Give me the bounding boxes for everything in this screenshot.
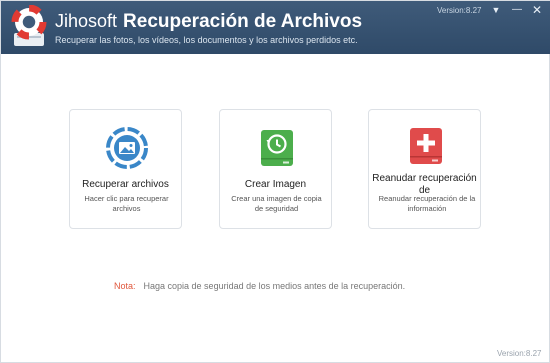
version-label-bottom: Version:8.27 xyxy=(497,349,542,358)
note-label: Nota: xyxy=(114,281,136,291)
app-title: Jihosoft Recuperación de Archivos xyxy=(55,11,362,33)
app-subtitle: Recuperar las fotos, los vídeos, los doc… xyxy=(55,35,358,45)
backup-note: Nota: Haga copia de seguridad de los medi… xyxy=(114,281,405,291)
recover-files-card[interactable]: Recuperar archivos Hacer clic para recup… xyxy=(69,109,182,229)
create-image-description: Crear una imagen de copia de seguridad xyxy=(231,194,322,213)
minimize-button[interactable]: — xyxy=(509,3,525,17)
drive-backup-icon xyxy=(261,130,293,166)
note-text: Haga copia de seguridad de los medios an… xyxy=(143,281,406,291)
create-image-title: Crear Imagen xyxy=(244,179,307,190)
brand-name: Jihosoft xyxy=(55,11,118,31)
app-window: Jihosoft Recuperación de Archivos Recuper… xyxy=(0,0,550,363)
menu-dropdown-button[interactable]: ▼ xyxy=(488,3,504,17)
product-name: Recuperación de Archivos xyxy=(123,11,363,32)
close-button[interactable]: ✕ xyxy=(529,3,545,17)
version-label-top: Version:8.27 xyxy=(437,6,482,15)
resume-recovery-description: Reanudar recuperación de la información xyxy=(378,194,476,213)
resume-recovery-card[interactable]: Reanudar recuperación de Reanudar recupe… xyxy=(368,109,481,229)
recover-files-title: Recuperar archivos xyxy=(82,179,169,190)
drive-add-icon xyxy=(410,128,442,164)
create-image-card[interactable]: Crear Imagen Crear una imagen de copia d… xyxy=(219,109,332,229)
recover-files-description: Hacer clic para recuperar archivos xyxy=(84,194,169,213)
recover-photo-icon xyxy=(106,127,148,169)
lifebuoy-logo-icon xyxy=(11,5,47,46)
title-bar: Jihosoft Recuperación de Archivos Recuper… xyxy=(1,1,550,54)
